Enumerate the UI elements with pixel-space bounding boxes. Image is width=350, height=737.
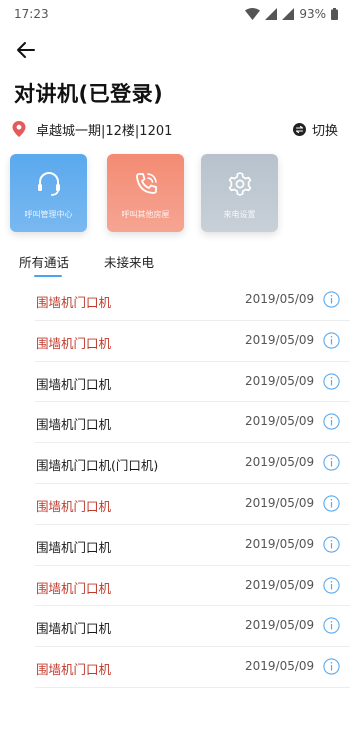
call-row[interactable]: 围墙机门口机 2019/05/09 <box>0 484 350 525</box>
switch-icon <box>292 122 306 136</box>
call-date: 2019/05/09 <box>245 577 315 592</box>
info-icon[interactable] <box>323 454 340 471</box>
switch-location-button[interactable]: 切换 <box>292 120 338 139</box>
call-row[interactable]: 围墙机门口机 2019/05/09 <box>0 280 350 321</box>
card-label: 呼叫管理中心 <box>24 210 73 219</box>
call-date: 2019/05/09 <box>245 495 315 510</box>
signal-icon <box>265 8 278 20</box>
status-bar: 17:23 93% <box>0 0 350 28</box>
call-name: 围墙机门口机 <box>36 539 112 555</box>
info-icon[interactable] <box>323 576 340 594</box>
tab-all-calls[interactable]: 所有通话 <box>19 252 69 271</box>
info-icon[interactable] <box>323 413 340 431</box>
location-address: 卓越城一期|12楼|1201 <box>36 123 173 139</box>
call-date: 2019/05/09 <box>245 373 315 388</box>
call-tabs: 所有通话 未接来电 <box>0 252 350 278</box>
call-management-center-card[interactable]: 呼叫管理中心 <box>10 154 87 232</box>
info-icon[interactable] <box>323 372 340 390</box>
switch-label: 切换 <box>311 123 338 139</box>
row-divider <box>35 686 350 688</box>
active-tab-indicator <box>34 275 62 277</box>
card-label: 呼叫其他房屋 <box>121 210 170 219</box>
call-date: 2019/05/09 <box>245 332 315 347</box>
info-icon[interactable] <box>323 495 340 512</box>
call-name: 围墙机门口机 <box>36 295 112 310</box>
battery-icon <box>331 8 338 20</box>
call-name: 围墙机门口机 <box>36 621 112 637</box>
status-indicators: 93% <box>245 7 338 21</box>
tab-missed-calls[interactable]: 未接来电 <box>104 252 154 271</box>
back-arrow-icon[interactable] <box>14 38 38 62</box>
call-name: 围墙机门口机 <box>36 580 112 596</box>
call-row[interactable]: 围墙机门口机 2019/05/09 <box>0 647 350 688</box>
call-row[interactable]: 围墙机门口机 2019/05/09 <box>0 566 350 607</box>
status-time: 17:23 <box>14 7 49 21</box>
call-date: 2019/05/09 <box>245 292 315 306</box>
call-row[interactable]: 围墙机门口机 2019/05/09 <box>0 362 350 403</box>
call-name: 围墙机门口机(门口机) <box>36 458 159 474</box>
call-list: 围墙机门口机 2019/05/09 围墙机门口机 2019/05/09 围墙机门口机 20… <box>0 280 350 688</box>
location-pin-icon <box>12 121 26 137</box>
call-row[interactable]: 围墙机门口机 2019/05/09 <box>0 321 350 362</box>
incoming-call-settings-card[interactable]: 来电设置 <box>201 154 278 232</box>
call-name: 围墙机门口机 <box>36 662 112 678</box>
call-name: 围墙机门口机 <box>36 335 112 351</box>
info-icon[interactable] <box>323 291 340 308</box>
info-icon[interactable] <box>323 332 340 349</box>
call-name: 围墙机门口机 <box>36 417 112 433</box>
call-date: 2019/05/09 <box>245 659 315 674</box>
phone-call-icon <box>135 173 157 194</box>
battery-percent: 93% <box>299 7 326 21</box>
call-date: 2019/05/09 <box>245 455 315 470</box>
wifi-icon <box>245 8 261 20</box>
call-row[interactable]: 围墙机门口机(门口机) 2019/05/09 <box>0 443 350 484</box>
card-label: 来电设置 <box>223 210 256 219</box>
call-date: 2019/05/09 <box>245 414 315 429</box>
call-row[interactable]: 围墙机门口机 2019/05/09 <box>0 606 350 648</box>
call-name: 围墙机门口机 <box>36 498 112 514</box>
info-icon[interactable] <box>323 658 340 675</box>
call-row[interactable]: 围墙机门口机 2019/05/09 <box>0 402 350 444</box>
call-name: 围墙机门口机 <box>36 376 112 392</box>
info-icon[interactable] <box>323 536 340 553</box>
call-date: 2019/05/09 <box>245 536 315 551</box>
info-icon[interactable] <box>323 617 340 635</box>
call-other-house-card[interactable]: 呼叫其他房屋 <box>107 154 184 232</box>
gear-icon <box>228 172 251 196</box>
headset-icon <box>37 172 60 196</box>
signal-icon-2 <box>282 8 295 20</box>
page-title: 对讲机(已登录) <box>14 82 164 106</box>
call-date: 2019/05/09 <box>245 618 315 633</box>
call-row[interactable]: 围墙机门口机 2019/05/09 <box>0 525 350 566</box>
location-row: 卓越城一期|12楼|1201 切换 <box>12 118 338 140</box>
